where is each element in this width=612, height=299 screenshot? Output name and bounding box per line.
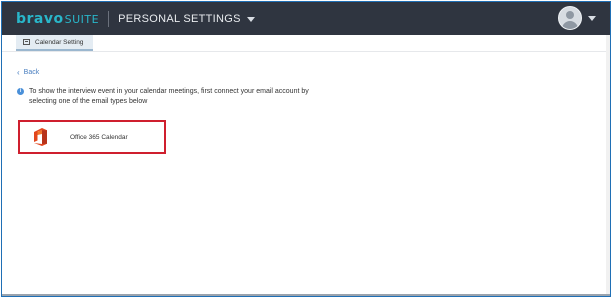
header-divider: [108, 10, 110, 27]
logo-bravo-text: bravo: [16, 10, 64, 27]
info-text: To show the interview event in your cale…: [29, 88, 309, 105]
chevron-down-icon: [246, 16, 255, 22]
scrollbar[interactable]: [606, 35, 610, 296]
info-message: i To show the interview event in your ca…: [17, 87, 337, 107]
back-link[interactable]: ‹ Back: [17, 68, 39, 77]
tab-label: Calendar Setting: [35, 38, 84, 46]
user-avatar-icon: [558, 6, 582, 30]
calendar-icon: [23, 39, 30, 45]
personal-settings-menu[interactable]: PERSONAL SETTINGS: [118, 13, 255, 25]
bottom-border: [2, 294, 610, 296]
user-menu-chevron-down-icon: [588, 16, 596, 21]
logo-suite-text: SUITE: [64, 12, 100, 26]
chevron-left-icon: ‹: [17, 68, 20, 77]
user-menu[interactable]: [558, 6, 596, 30]
tab-calendar-setting[interactable]: Calendar Setting: [16, 35, 93, 51]
top-navigation-bar: bravo SUITE PERSONAL SETTINGS: [2, 2, 610, 35]
bravo-suite-logo[interactable]: bravo SUITE: [16, 11, 99, 27]
office-365-icon: [34, 128, 47, 146]
app-window: bravo SUITE PERSONAL SETTINGS Calendar S…: [1, 1, 611, 297]
back-label: Back: [23, 69, 40, 76]
option-label: Office 365 Calendar: [70, 133, 128, 141]
info-icon: i: [17, 88, 24, 95]
tab-bar: Calendar Setting: [2, 35, 610, 52]
section-title-label: PERSONAL SETTINGS: [118, 12, 241, 25]
office-365-calendar-option[interactable]: Office 365 Calendar: [18, 120, 166, 154]
